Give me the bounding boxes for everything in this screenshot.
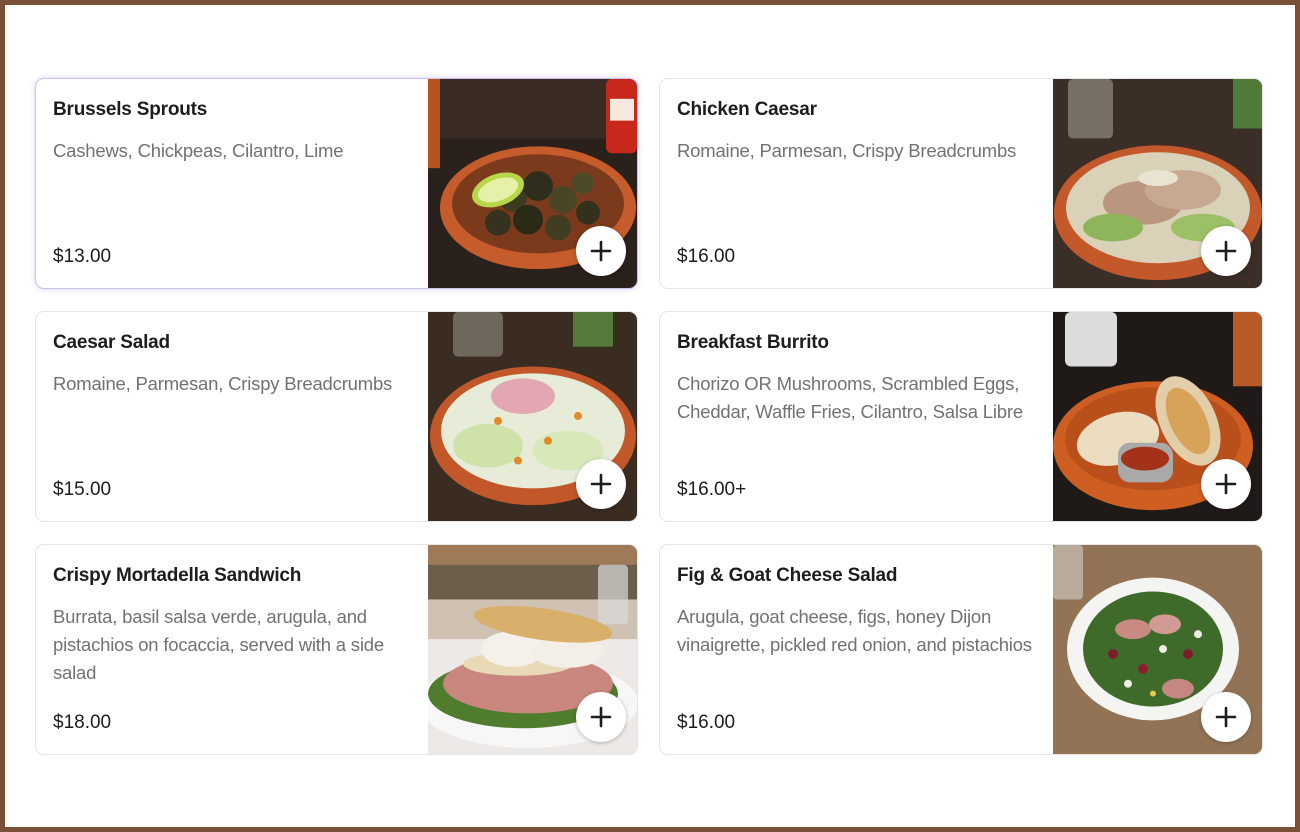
plus-icon xyxy=(590,706,612,728)
menu-item-card-brussels-sprouts[interactable]: Brussels Sprouts Cashews, Chickpeas, Cil… xyxy=(35,78,638,289)
fig-goat-cheese-salad-photo xyxy=(1053,545,1262,754)
menu-item-title: Caesar Salad xyxy=(53,332,170,353)
menu-item-description: Burrata, basil salsa verde, arugula, and… xyxy=(53,606,384,683)
plus-icon xyxy=(1215,706,1237,728)
caesar-salad-bowl-photo xyxy=(428,312,637,521)
menu-item-title: Chicken Caesar xyxy=(677,99,817,120)
menu-grid: Brussels Sprouts Cashews, Chickpeas, Cil… xyxy=(35,78,1263,755)
add-to-cart-button[interactable] xyxy=(1201,226,1251,276)
add-to-cart-button[interactable] xyxy=(576,692,626,742)
menu-item-title: Breakfast Burrito xyxy=(677,332,829,353)
add-to-cart-button[interactable] xyxy=(1201,459,1251,509)
menu-item-card-fig-goat-cheese-salad[interactable]: Fig & Goat Cheese Salad Arugula, goat ch… xyxy=(659,544,1263,755)
plus-icon xyxy=(590,473,612,495)
menu-item-price: $18.00 xyxy=(53,712,112,733)
menu-item-price: $15.00 xyxy=(53,479,112,500)
menu-item-price: $16.00 xyxy=(677,712,736,733)
plus-icon xyxy=(1215,473,1237,495)
breakfast-burrito-bowl-photo xyxy=(1053,312,1262,521)
mortadella-sandwich-photo xyxy=(428,545,637,754)
menu-item-info: Caesar Salad Romaine, Parmesan, Crispy B… xyxy=(36,312,428,521)
add-to-cart-button[interactable] xyxy=(576,226,626,276)
menu-item-info: Breakfast Burrito Chorizo OR Mushrooms, … xyxy=(660,312,1053,521)
chicken-caesar-bowl-photo xyxy=(1053,79,1262,288)
plus-icon xyxy=(590,240,612,262)
menu-item-description: Cashews, Chickpeas, Cilantro, Lime xyxy=(53,140,344,161)
menu-item-description: Arugula, goat cheese, figs, honey Dijon … xyxy=(677,606,1032,655)
add-to-cart-button[interactable] xyxy=(576,459,626,509)
add-to-cart-button[interactable] xyxy=(1201,692,1251,742)
plus-icon xyxy=(1215,240,1237,262)
menu-item-title: Fig & Goat Cheese Salad xyxy=(677,565,898,586)
menu-item-info: Fig & Goat Cheese Salad Arugula, goat ch… xyxy=(660,545,1053,754)
menu-item-info: Chicken Caesar Romaine, Parmesan, Crispy… xyxy=(660,79,1053,288)
menu-item-price: $16.00 xyxy=(677,246,736,267)
menu-item-price: $13.00 xyxy=(53,246,112,267)
menu-item-card-crispy-mortadella-sandwich[interactable]: Crispy Mortadella Sandwich Burrata, basi… xyxy=(35,544,638,755)
menu-item-info: Brussels Sprouts Cashews, Chickpeas, Cil… xyxy=(36,79,428,288)
menu-item-card-breakfast-burrito[interactable]: Breakfast Burrito Chorizo OR Mushrooms, … xyxy=(659,311,1263,522)
menu-item-title: Crispy Mortadella Sandwich xyxy=(53,565,302,586)
menu-item-card-chicken-caesar[interactable]: Chicken Caesar Romaine, Parmesan, Crispy… xyxy=(659,78,1263,289)
menu-item-title: Brussels Sprouts xyxy=(53,99,208,120)
menu-item-description: Romaine, Parmesan, Crispy Breadcrumbs xyxy=(677,140,1017,161)
menu-item-card-caesar-salad[interactable]: Caesar Salad Romaine, Parmesan, Crispy B… xyxy=(35,311,638,522)
menu-item-description: Romaine, Parmesan, Crispy Breadcrumbs xyxy=(53,373,393,394)
brussels-sprouts-bowl-photo xyxy=(428,79,637,288)
menu-item-info: Crispy Mortadella Sandwich Burrata, basi… xyxy=(36,545,428,754)
menu-item-description: Chorizo OR Mushrooms, Scrambled Eggs, Ch… xyxy=(677,373,1023,422)
menu-item-price: $16.00+ xyxy=(677,479,747,500)
